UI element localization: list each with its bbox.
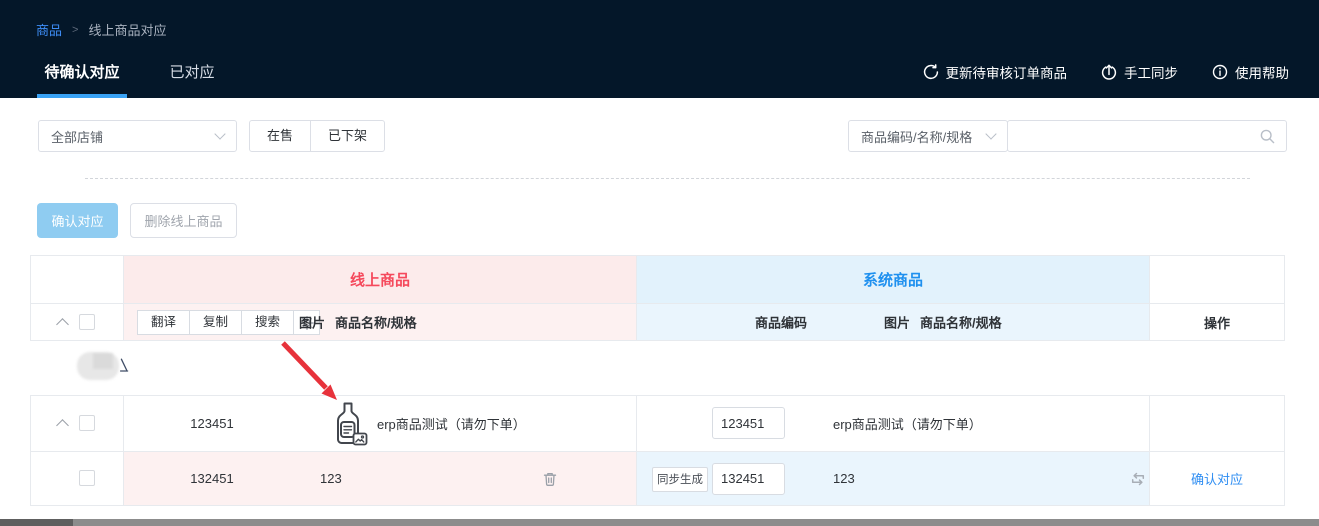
app-header: 商品 > 线上商品对应 待确认对应 已对应 更新待审核订单商品	[0, 0, 1319, 98]
ops-group-spacer-cell	[1149, 256, 1284, 303]
header-spacer-cell	[31, 256, 123, 303]
row1-online-name: erp商品测试（请勿下单）	[377, 396, 526, 451]
chevron-down-icon	[214, 128, 225, 139]
online-name-spec-column-label: 商品名称/规格	[335, 313, 417, 332]
tab-pending-confirm[interactable]: 待确认对应	[37, 58, 127, 98]
update-pending-orders-button[interactable]: 更新待审核订单商品	[923, 62, 1068, 82]
sync-generate-button[interactable]: 同步生成	[652, 467, 708, 492]
table-body: 123451 erp商品测试（请勿下单） erp商品测试（请勿下单） 13245…	[30, 395, 1285, 506]
chevron-down-icon	[985, 128, 996, 139]
trash-icon[interactable]	[542, 471, 558, 487]
product-bottle-image-icon	[327, 401, 369, 447]
help-label: 使用帮助	[1235, 62, 1289, 82]
delete-online-product-button[interactable]: 删除线上商品	[130, 203, 237, 238]
row1-checkbox[interactable]	[79, 415, 95, 431]
system-name-spec-column-label: 商品名称/规格	[920, 313, 1002, 332]
search-type-select[interactable]: 商品编码/名称/规格	[848, 120, 1008, 152]
sync-upload-icon	[1101, 64, 1117, 80]
online-group-label: 线上商品	[350, 269, 410, 290]
sale-status-button-group: 在售 已下架	[249, 120, 385, 152]
online-toolbar: 翻译 复制 搜索	[137, 310, 320, 335]
store-name-glyph	[119, 356, 129, 374]
shop-select[interactable]: 全部店铺	[38, 120, 237, 152]
row2-checkbox[interactable]	[79, 470, 95, 486]
row2-select-cell	[31, 451, 123, 506]
row2-online-code: 132451	[124, 452, 300, 506]
breadcrumb: 商品 > 线上商品对应	[36, 20, 166, 39]
table-header: 线上商品 系统商品 翻译 复制 搜索 图片 商品名称/规格	[30, 255, 1285, 341]
collapse-all-caret-icon[interactable]	[56, 318, 69, 331]
search-input[interactable]	[1008, 121, 1259, 151]
refresh-icon	[923, 64, 939, 80]
row2-system-name: 123	[833, 452, 855, 506]
select-all-cell	[31, 303, 123, 340]
online-image-column-label: 图片	[299, 313, 325, 332]
breadcrumb-root[interactable]: 商品	[36, 20, 62, 39]
manual-sync-label: 手工同步	[1124, 62, 1178, 82]
on-sale-button[interactable]: 在售	[249, 120, 311, 152]
row2-system-code-input[interactable]	[712, 463, 785, 495]
row2-online-cell: 132451 123	[123, 451, 636, 506]
confirm-match-button[interactable]: 确认对应	[37, 203, 118, 238]
row1-system-code-input[interactable]	[712, 407, 785, 439]
online-column-labels: 图片 商品名称/规格	[299, 313, 417, 332]
system-group-label: 系统商品	[863, 269, 923, 290]
search-tool-button[interactable]: 搜索	[241, 310, 294, 335]
tab-pending-confirm-label: 待确认对应	[44, 64, 119, 81]
shop-select-value: 全部店铺	[51, 127, 103, 146]
manual-sync-button[interactable]: 手工同步	[1101, 62, 1178, 82]
online-subheader-cell: 翻译 复制 搜索 图片 商品名称/规格	[123, 303, 636, 340]
row2-ops-cell: 确认对应	[1149, 451, 1284, 506]
search-icon[interactable]	[1259, 128, 1276, 145]
breadcrumb-current: 线上商品对应	[88, 20, 166, 39]
copy-button[interactable]: 复制	[189, 310, 242, 335]
search-field	[1007, 120, 1287, 152]
row1-system-cell: erp商品测试（请勿下单）	[636, 396, 1149, 451]
row1-select-cell	[31, 396, 123, 451]
row1-system-name: erp商品测试（请勿下单）	[833, 396, 982, 451]
update-pending-orders-label: 更新待审核订单商品	[946, 62, 1068, 82]
horizontal-scrollbar-thumb[interactable]	[0, 519, 73, 526]
row2-system-cell: 同步生成 123	[636, 451, 1149, 506]
breadcrumb-separator-icon: >	[72, 24, 78, 36]
system-subheader-cell: 商品编码 图片 商品名称/规格	[636, 303, 1149, 340]
row1-collapse-caret-icon[interactable]	[56, 419, 69, 432]
header-actions: 更新待审核订单商品 手工同步 使用帮助	[923, 62, 1290, 82]
ops-column-header: 操作	[1149, 303, 1284, 340]
search-type-value: 商品编码/名称/规格	[861, 127, 972, 146]
system-image-column-label: 图片	[884, 313, 910, 332]
tab-matched-label: 已对应	[169, 64, 214, 81]
online-product-group-header: 线上商品	[123, 256, 636, 303]
store-row	[30, 341, 1285, 395]
row1-online-cell: 123451 erp商品测试（请勿下单）	[123, 396, 636, 451]
system-code-column-label: 商品编码	[755, 313, 807, 332]
redacted-store-name	[77, 352, 119, 380]
swap-arrows-icon[interactable]	[1130, 471, 1146, 487]
system-product-group-header: 系统商品	[636, 256, 1149, 303]
horizontal-scrollbar[interactable]	[0, 519, 1319, 526]
help-button[interactable]: 使用帮助	[1212, 62, 1289, 82]
info-icon	[1212, 64, 1228, 80]
tab-matched[interactable]: 已对应	[167, 58, 217, 98]
row1-ops-cell	[1149, 396, 1284, 451]
row2-online-name: 123	[320, 452, 342, 506]
tab-bar: 待确认对应 已对应	[37, 58, 217, 98]
system-column-labels: 图片 商品名称/规格	[884, 313, 1002, 332]
row1-online-code: 123451	[124, 396, 300, 451]
dashed-divider	[85, 178, 1250, 179]
row2-confirm-match-link[interactable]: 确认对应	[1150, 452, 1284, 506]
off-shelf-button[interactable]: 已下架	[310, 120, 385, 152]
select-all-checkbox[interactable]	[79, 314, 95, 330]
translate-button[interactable]: 翻译	[137, 310, 190, 335]
